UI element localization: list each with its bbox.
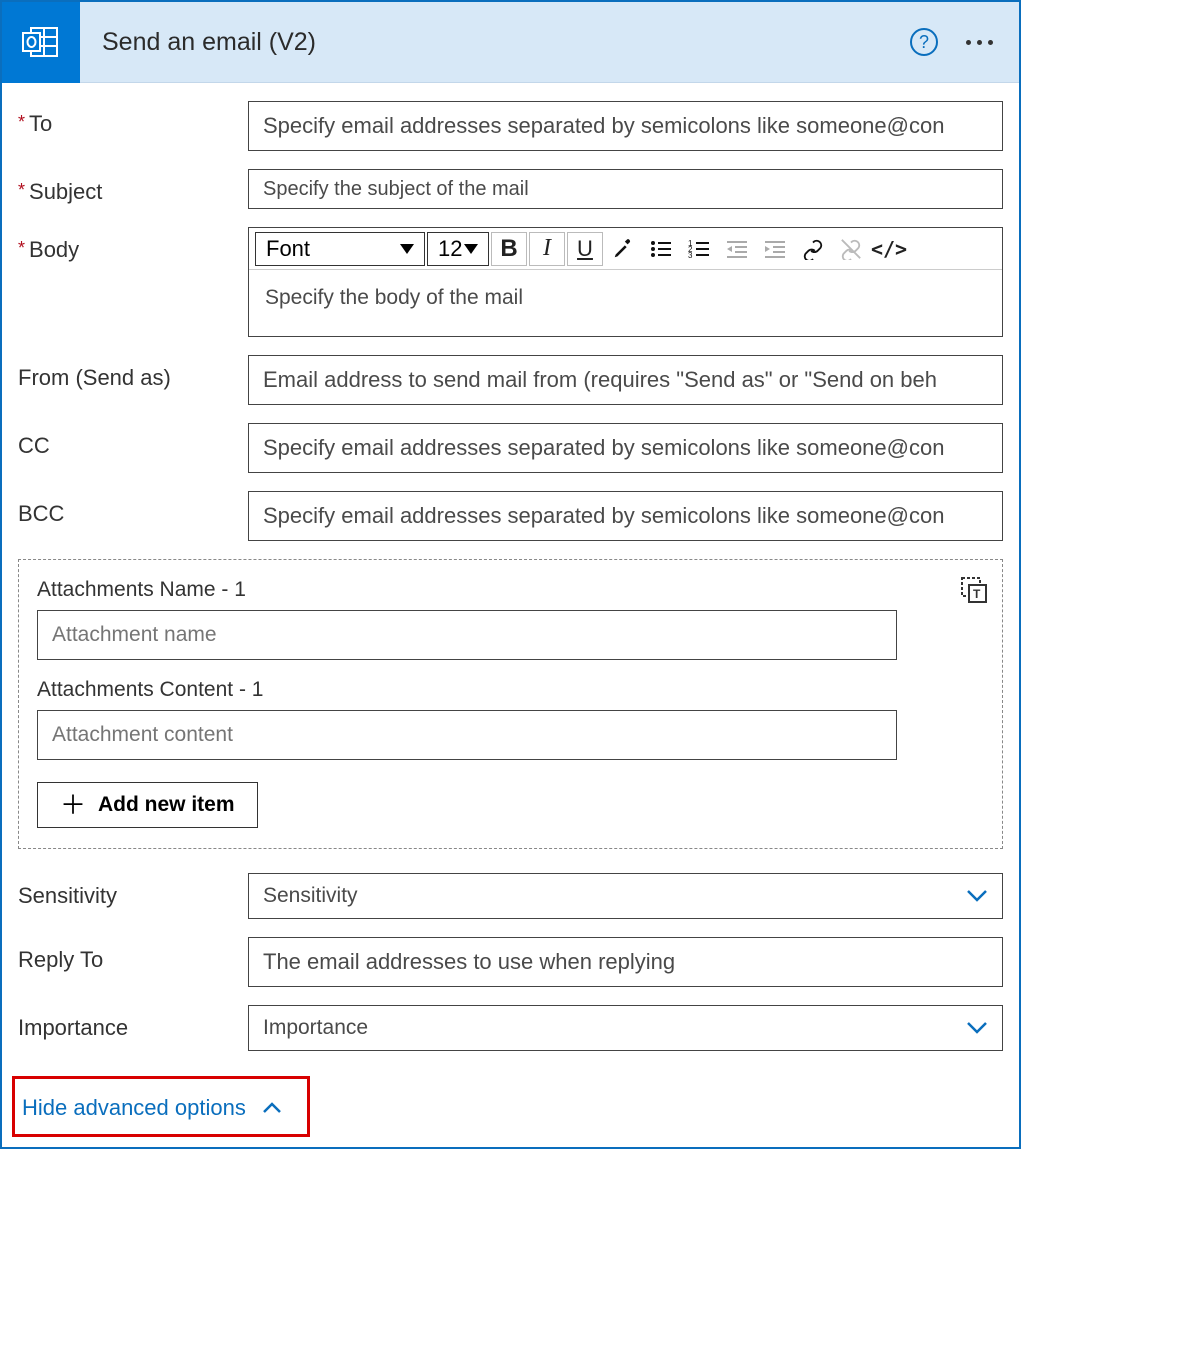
rte-size-select[interactable]: 12 — [427, 232, 489, 266]
rte-font-label: Font — [266, 236, 310, 262]
row-bcc: BCC — [18, 491, 1003, 541]
rte-codeview-button[interactable]: </> — [871, 232, 907, 266]
rte-indent-button[interactable] — [757, 232, 793, 266]
label-text: Sensitivity — [18, 883, 117, 909]
attachments-box: T Attachments Name - 1 Attachments Conte… — [18, 559, 1003, 849]
rte-font-select[interactable]: Font — [255, 232, 425, 266]
rte-unlink-button[interactable] — [833, 232, 869, 266]
label-bcc: BCC — [18, 491, 248, 527]
link-icon — [802, 238, 824, 260]
rte-link-button[interactable] — [795, 232, 831, 266]
help-button[interactable]: ? — [910, 28, 938, 56]
bold-icon: B — [500, 235, 517, 263]
add-new-item-button[interactable]: ＋ Add new item — [37, 782, 258, 828]
required-marker: * — [18, 111, 25, 133]
bullet-list-icon — [649, 238, 673, 260]
underline-icon: U — [577, 236, 593, 262]
card-header: Send an email (V2) ? — [2, 2, 1019, 83]
advanced-toggle-label: Hide advanced options — [22, 1095, 246, 1121]
row-to: * To — [18, 101, 1003, 151]
outdent-icon — [725, 238, 749, 260]
row-subject: * Subject — [18, 169, 1003, 209]
rte-numbered-button[interactable]: 1 2 3 — [681, 232, 717, 266]
label-text: Subject — [29, 179, 102, 205]
importance-select[interactable]: Importance — [248, 1005, 1003, 1051]
label-to: * To — [18, 101, 248, 137]
required-marker: * — [18, 237, 25, 259]
rte-container: Font 12 B I U — [248, 227, 1003, 337]
card-title: Send an email (V2) — [102, 28, 910, 57]
row-from: From (Send as) — [18, 355, 1003, 405]
label-cc: CC — [18, 423, 248, 459]
label-text: Importance — [18, 1015, 128, 1041]
row-importance: Importance Importance — [18, 1005, 1003, 1051]
label-sensitivity: Sensitivity — [18, 873, 248, 909]
action-card: Send an email (V2) ? * To * Subject — [0, 0, 1021, 1149]
row-cc: CC — [18, 423, 1003, 473]
body-input[interactable]: Specify the body of the mail — [249, 270, 1002, 336]
more-button[interactable] — [966, 40, 993, 45]
indent-icon — [763, 238, 787, 260]
rte-outdent-button[interactable] — [719, 232, 755, 266]
rte-bold-button[interactable]: B — [491, 232, 527, 266]
numbered-list-icon: 1 2 3 — [687, 238, 711, 260]
required-marker: * — [18, 179, 25, 201]
switch-to-array-button[interactable]: T — [960, 576, 988, 604]
subject-input[interactable] — [248, 169, 1003, 209]
chevron-up-icon — [262, 1101, 282, 1115]
sensitivity-select[interactable]: Sensitivity — [248, 873, 1003, 919]
bcc-input[interactable] — [248, 491, 1003, 541]
label-text: BCC — [18, 501, 64, 527]
label-text: From (Send as) — [18, 365, 171, 391]
rte-toolbar: Font 12 B I U — [249, 228, 1002, 270]
outlook-icon — [2, 2, 80, 83]
chevron-down-icon — [966, 889, 988, 903]
label-text: Body — [29, 237, 79, 263]
rte-size-label: 12 — [438, 236, 462, 262]
select-placeholder: Importance — [263, 1016, 368, 1040]
row-body: * Body Font 12 B I — [18, 227, 1003, 337]
unlink-icon — [840, 238, 862, 260]
label-text: CC — [18, 433, 50, 459]
label-text: To — [29, 111, 52, 137]
rte-eyedropper-button[interactable] — [605, 232, 641, 266]
attachments-content-label: Attachments Content - 1 — [37, 678, 984, 702]
attachment-name-input[interactable] — [37, 610, 897, 660]
from-input[interactable] — [248, 355, 1003, 405]
label-body: * Body — [18, 227, 248, 263]
chevron-down-icon — [966, 1021, 988, 1035]
eyedropper-icon — [612, 238, 634, 260]
cc-input[interactable] — [248, 423, 1003, 473]
rte-underline-button[interactable]: U — [567, 232, 603, 266]
label-text: Reply To — [18, 947, 103, 973]
row-sensitivity: Sensitivity Sensitivity — [18, 873, 1003, 919]
plus-icon: ＋ — [60, 792, 86, 818]
select-placeholder: Sensitivity — [263, 884, 358, 908]
rte-italic-button[interactable]: I — [529, 232, 565, 266]
svg-text:3: 3 — [688, 251, 693, 260]
add-item-label: Add new item — [98, 793, 235, 817]
card-body: * To * Subject * Body — [2, 83, 1019, 1147]
attachments-name-label: Attachments Name - 1 — [37, 578, 984, 602]
row-replyto: Reply To — [18, 937, 1003, 987]
rte-bullets-button[interactable] — [643, 232, 679, 266]
italic-icon: I — [543, 235, 551, 262]
svg-text:T: T — [973, 587, 981, 601]
caret-down-icon — [400, 244, 414, 254]
replyto-input[interactable] — [248, 937, 1003, 987]
caret-down-icon — [464, 244, 478, 254]
label-subject: * Subject — [18, 169, 248, 205]
code-icon: </> — [871, 237, 907, 261]
to-input[interactable] — [248, 101, 1003, 151]
label-replyto: Reply To — [18, 937, 248, 973]
label-importance: Importance — [18, 1005, 248, 1041]
hide-advanced-options-button[interactable]: Hide advanced options — [18, 1079, 286, 1127]
attachment-content-input[interactable] — [37, 710, 897, 760]
label-from: From (Send as) — [18, 355, 248, 391]
